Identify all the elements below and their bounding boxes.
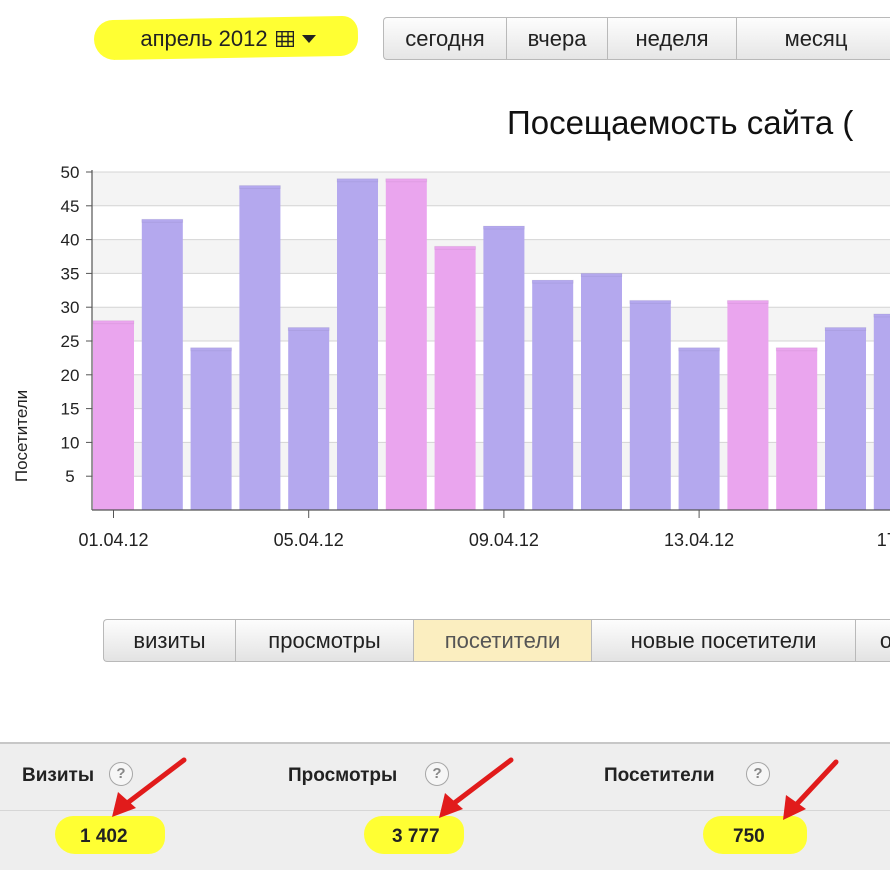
bar (776, 347, 818, 510)
x-tick-label: 09.04.12 (469, 530, 539, 550)
chevron-down-icon (301, 35, 316, 43)
bar (190, 347, 232, 510)
bar-cap (824, 326, 867, 331)
period-yesterday-button[interactable]: вчера (507, 18, 608, 59)
y-tick-label: 25 (61, 332, 80, 351)
bar-cap (726, 299, 769, 304)
metric-tabs: визиты просмотры посетители новые посети… (103, 619, 890, 662)
bar (288, 327, 330, 510)
bar-cap (531, 279, 574, 284)
bar-cap (141, 218, 184, 223)
bar-cap (629, 299, 672, 304)
bar-cap (678, 347, 721, 352)
y-axis-label: Посетители (12, 390, 31, 482)
chart-title: Посещаемость сайта ( (507, 104, 854, 141)
y-tick-label: 10 (61, 433, 80, 452)
tab-new-visitors[interactable]: новые посетители (592, 620, 856, 661)
period-today-button[interactable]: сегодня (384, 18, 507, 59)
tab-visitors[interactable]: посетители (414, 620, 592, 661)
tab-visits[interactable]: визиты (104, 620, 236, 661)
y-tick-label: 50 (61, 163, 80, 182)
bar (678, 347, 720, 510)
bar (727, 300, 769, 510)
arrow-icon (112, 757, 187, 817)
bar (434, 246, 476, 511)
bar (385, 178, 427, 510)
y-tick-label: 5 (65, 467, 74, 486)
arrow-icon (783, 759, 839, 820)
y-tick-label: 15 (61, 400, 80, 419)
date-picker[interactable]: апрель 2012 (93, 15, 359, 61)
bar (239, 185, 281, 510)
y-tick-label: 20 (61, 366, 80, 385)
bar-cap (92, 320, 135, 325)
bar (483, 226, 525, 510)
y-tick-label: 35 (61, 264, 80, 283)
bar (825, 327, 866, 510)
tab-more[interactable]: о (856, 620, 890, 661)
bar-cap (385, 178, 428, 183)
bar-cap (580, 272, 623, 277)
bar-cap (434, 245, 477, 250)
bar-cap (336, 178, 379, 183)
bar (873, 313, 890, 510)
bar (337, 178, 378, 510)
arrow-icon (439, 757, 514, 818)
x-tick-label: 05.04.12 (274, 530, 344, 550)
bar (629, 300, 671, 510)
x-tick-label: 01.04.12 (78, 530, 148, 550)
y-tick-label: 40 (61, 231, 80, 250)
visitors-bar-chart: 5 10 15 20 25 30 35 40 45 50 01.04.12 05.04.12 09.04… (12, 163, 890, 550)
bar-cap (190, 347, 233, 352)
period-month-button[interactable]: месяц (737, 18, 890, 59)
bar-cap (873, 313, 890, 318)
period-selector: сегодня вчера неделя месяц (383, 17, 890, 60)
x-tick-label: 13.04.12 (664, 530, 734, 550)
bar (93, 320, 134, 510)
tab-pageviews[interactable]: просмотры (236, 620, 414, 661)
bar-cap (287, 326, 330, 331)
bar-cap (775, 347, 818, 352)
date-picker-label: апрель 2012 (140, 26, 268, 51)
period-week-button[interactable]: неделя (608, 18, 737, 59)
bar-cap (238, 185, 281, 190)
calendar-icon (275, 31, 294, 47)
bar (141, 219, 183, 510)
y-tick-label: 30 (61, 298, 80, 317)
x-tick-label: 17.0 (877, 530, 890, 550)
bar (532, 280, 574, 510)
bar (581, 273, 622, 510)
y-tick-label: 45 (61, 197, 80, 216)
bar-cap (482, 225, 525, 230)
grid-band (92, 172, 890, 206)
date-picker-button[interactable]: апрель 2012 (112, 24, 344, 54)
annotation-arrows (112, 757, 839, 820)
